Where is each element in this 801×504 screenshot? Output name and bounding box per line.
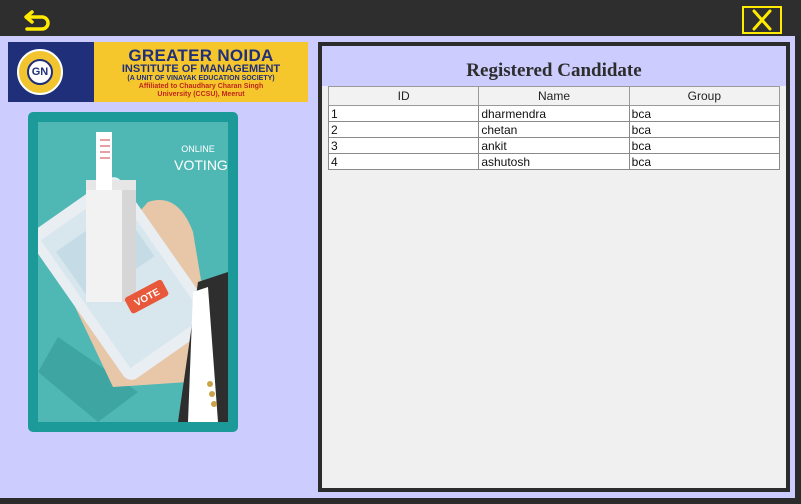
table-row[interactable]: 3 ankit bca — [327, 137, 781, 154]
cell-name[interactable]: ankit — [478, 137, 630, 154]
column-header-group[interactable]: Group — [628, 86, 781, 106]
close-x-icon — [752, 9, 772, 31]
institute-logo: GN GREATER NOIDA INSTITUTE OF MANAGEMENT… — [8, 42, 308, 102]
title-bar — [0, 0, 801, 36]
logo-badge: GN — [27, 59, 53, 85]
candidate-table[interactable]: ID Name Group 1 dharmendra bca 2 chetan … — [327, 86, 781, 170]
column-header-name[interactable]: Name — [478, 86, 630, 106]
cell-id[interactable]: 1 — [327, 105, 480, 122]
close-button[interactable] — [742, 6, 782, 34]
table-row[interactable]: 2 chetan bca — [327, 121, 781, 138]
logo-emblem: GN — [8, 42, 94, 102]
logo-line1: GREATER NOIDA — [128, 46, 274, 65]
undo-arrow-icon — [24, 10, 50, 31]
table-header-row: ID Name Group — [327, 86, 781, 106]
table-title-area: Registered Candidate — [322, 46, 786, 86]
table-row[interactable]: 4 ashutosh bca — [327, 153, 781, 170]
logo-line3: (A UNIT OF VINAYAK EDUCATION SOCIETY) — [127, 75, 275, 82]
table-row[interactable]: 1 dharmendra bca — [327, 105, 781, 122]
cell-id[interactable]: 2 — [327, 121, 480, 138]
column-header-id[interactable]: ID — [327, 86, 480, 106]
main-content: GN GREATER NOIDA INSTITUTE OF MANAGEMENT… — [0, 36, 795, 498]
cell-name[interactable]: dharmendra — [478, 105, 630, 122]
table-title: Registered Candidate — [466, 60, 642, 81]
poster-line2: VOTING — [174, 157, 228, 173]
window-edge-right — [795, 36, 801, 504]
window-edge-bottom — [0, 498, 801, 504]
poster-image: ONLINE VOTING VOTE — [38, 122, 228, 422]
poster-line1: ONLINE — [181, 144, 215, 154]
candidate-panel: Registered Candidate ID Name Group 1 dha… — [318, 42, 790, 492]
cell-name[interactable]: ashutosh — [478, 153, 630, 170]
back-button[interactable] — [18, 6, 58, 34]
logo-line5: University (CCSU), Meerut — [157, 91, 245, 98]
logo-seal: GN — [17, 49, 63, 95]
logo-line2: INSTITUTE OF MANAGEMENT — [121, 63, 281, 75]
cell-group[interactable]: bca — [628, 137, 781, 154]
cell-id[interactable]: 4 — [327, 153, 480, 170]
cell-group[interactable]: bca — [628, 153, 781, 170]
cell-name[interactable]: chetan — [478, 121, 630, 138]
logo-text: GREATER NOIDA INSTITUTE OF MANAGEMENT (A… — [94, 42, 308, 102]
cell-group[interactable]: bca — [628, 121, 781, 138]
voting-illustration: ONLINE VOTING VOTE — [38, 132, 228, 422]
cell-id[interactable]: 3 — [327, 137, 480, 154]
logo-line4: Affiliated to Chaudhary Charan Singh — [138, 83, 264, 90]
online-voting-poster: ONLINE VOTING VOTE — [28, 112, 238, 432]
cell-group[interactable]: bca — [628, 105, 781, 122]
